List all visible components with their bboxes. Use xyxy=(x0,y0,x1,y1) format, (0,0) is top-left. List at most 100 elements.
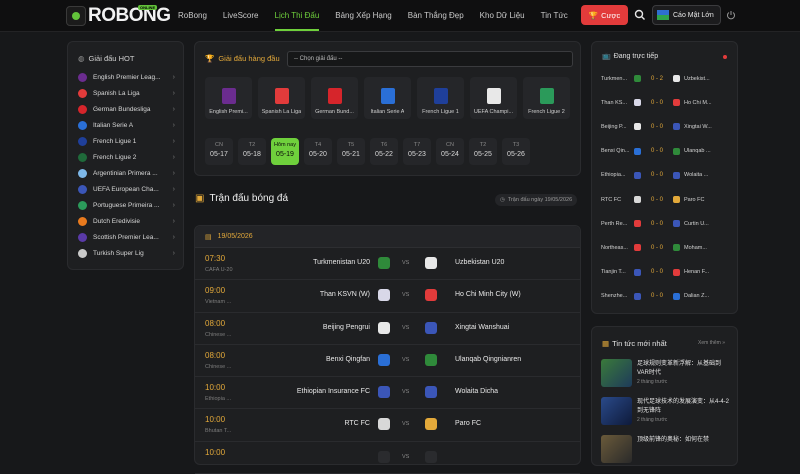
live-match-row[interactable]: Northeas... 0 - 0 Moham... xyxy=(601,238,730,257)
hot-league-item[interactable]: Spanish La Liga › xyxy=(68,85,183,101)
live-score: 0 - 0 xyxy=(650,244,663,251)
match-time: 08:00 xyxy=(205,318,226,328)
live-match-row[interactable]: RTC FC 0 - 0 Paro FC xyxy=(601,190,730,209)
away-team-name: Wolaita Dicha xyxy=(455,388,499,396)
news-item[interactable]: 顶级前锋的奥秘：如何在禁 xyxy=(601,435,733,467)
away-team-logo-icon xyxy=(673,123,680,131)
top-league-card[interactable]: UEFA Champi... xyxy=(470,77,517,119)
date-card[interactable]: T6 05-22 xyxy=(370,138,398,165)
hot-league-item[interactable]: French Ligue 2 › xyxy=(68,149,183,165)
top-league-card[interactable]: Italian Serie A xyxy=(364,77,411,119)
home-team-logo-icon xyxy=(634,292,641,300)
league-logo-icon xyxy=(274,88,289,104)
top-league-card[interactable]: Spanish La Liga xyxy=(258,77,305,119)
news-more-link[interactable]: Xem thêm » xyxy=(698,340,725,346)
hot-leagues-heading: ◍ Giải đấu HOT xyxy=(68,42,183,63)
date-card[interactable]: T7 05-23 xyxy=(403,138,431,165)
live-title: Đang trực tiếp xyxy=(613,52,659,60)
live-match-row[interactable]: Shenzhe... 0 - 0 Dalian Z... xyxy=(601,287,730,306)
hot-league-name: French Ligue 1 xyxy=(93,137,137,145)
live-score: 0 - 0 xyxy=(650,148,663,155)
news-time: 2 tháng trước xyxy=(637,379,668,385)
top-league-card[interactable]: French Ligue 2 xyxy=(523,77,570,119)
nav-link-6[interactable]: Tin Tức xyxy=(533,0,576,32)
live-match-row[interactable]: Perth Re... 0 - 0 Curtin U... xyxy=(601,214,730,233)
nav-link-4[interactable]: Bàn Thắng Đẹp xyxy=(400,0,472,32)
hot-league-item[interactable]: Argentinian Primera ... › xyxy=(68,165,183,181)
date-weekday: T7 xyxy=(413,142,421,148)
hot-league-item[interactable]: Scottish Premier Lea... › xyxy=(68,229,183,245)
date-card[interactable]: CN 05-17 xyxy=(205,138,233,165)
match-row[interactable]: 10:00 Ethiopia ... Ethiopian Insurance FC V… xyxy=(195,377,580,410)
live-away-name: Paro FC xyxy=(684,196,705,203)
league-select[interactable]: -- Chọn giải đấu -- xyxy=(287,51,573,67)
away-team-logo-icon xyxy=(673,147,680,155)
live-match-row[interactable]: Beijing P... 0 - 0 Xingtai W... xyxy=(601,117,730,136)
brand-name: ROBONG xyxy=(88,5,171,26)
nav-link-2[interactable]: Lịch Thi Đấu xyxy=(267,0,328,32)
match-row[interactable]: 10:00 VS xyxy=(195,442,580,474)
away-team-logo-icon xyxy=(673,171,680,179)
hot-league-item[interactable]: English Premier Leag... › xyxy=(68,69,183,85)
top-league-card[interactable]: German Bund... xyxy=(311,77,358,119)
live-home-name: Beijing P... xyxy=(601,123,627,130)
match-row[interactable]: 08:00 Chinese ... Benxi Qingfan VS Ulanqab Q… xyxy=(195,345,580,378)
live-indicator-dot xyxy=(723,55,727,59)
hot-league-item[interactable]: German Bundesliga › xyxy=(68,101,183,117)
hot-league-item[interactable]: Turkish Super Lig › xyxy=(68,245,183,261)
top-league-card[interactable]: English Premi... xyxy=(205,77,252,119)
news-item[interactable]: 足球规则变革新浮解：从基础到VAR时代 2 tháng trước xyxy=(601,359,733,391)
live-match-row[interactable]: Benxi Qin... 0 - 0 Ulanqab ... xyxy=(601,142,730,161)
hot-league-item[interactable]: Portuguese Primeira ... › xyxy=(68,197,183,213)
date-card[interactable]: T2 05-18 xyxy=(238,138,266,165)
match-time: 10:00 xyxy=(205,447,226,457)
away-team-logo-icon xyxy=(425,450,437,463)
hot-league-item[interactable]: Dutch Eredivisie › xyxy=(68,213,183,229)
live-match-row[interactable]: Tianjin T... 0 - 0 Henan F... xyxy=(601,263,730,282)
away-team-logo-icon xyxy=(425,386,437,399)
away-team-logo-icon xyxy=(673,99,680,107)
nav-link-3[interactable]: Bảng Xếp Hạng xyxy=(327,0,400,32)
news-item[interactable]: 现代足球技术的发展演变：从4-4-2到无锋阵 2 tháng trước xyxy=(601,397,733,429)
main-nav: RoBong LiveScore Lịch Thi Đấu Bảng Xếp Hạng… xyxy=(170,0,576,32)
match-row[interactable]: 08:00 Chinese ... Beijing Pengrui VS Xingtai… xyxy=(195,313,580,345)
news-time: 2 tháng trước xyxy=(637,417,668,423)
league-logo-icon xyxy=(78,88,87,98)
match-row[interactable]: 10:00 Bhutan T... RTC FC VS Paro FC xyxy=(195,409,580,442)
hot-league-item[interactable]: UEFA European Cha... › xyxy=(68,181,183,197)
top-league-card[interactable]: French Ligue 1 xyxy=(417,77,464,119)
live-away-name: Ulanqab ... xyxy=(684,148,711,155)
match-row[interactable]: 07:30 CAFA U-20 Turkmenistan U20 VS Uzbekist… xyxy=(195,248,580,281)
date-value: 05-19 xyxy=(276,151,294,158)
match-row[interactable]: 09:00 Vietnam ... Than KSVN (W) VS Ho Chi Mi… xyxy=(195,280,580,313)
date-card[interactable]: T2 05-25 xyxy=(469,138,497,165)
date-weekday: Hôm nay xyxy=(273,142,296,148)
nav-link-0[interactable]: RoBong xyxy=(170,0,215,32)
hot-league-item[interactable]: Italian Serie A › xyxy=(68,117,183,133)
vs-label: VS xyxy=(402,389,410,396)
odds-button[interactable]: Cáo Mật Lớn xyxy=(652,5,721,25)
chevron-right-icon: › xyxy=(172,185,175,193)
power-icon[interactable] xyxy=(726,10,736,20)
search-icon[interactable] xyxy=(634,9,646,21)
hot-league-item[interactable]: French Ligue 1 › xyxy=(68,133,183,149)
nav-link-1[interactable]: LiveScore xyxy=(215,0,267,32)
date-value: 05-23 xyxy=(408,151,426,158)
date-card[interactable]: T5 05-21 xyxy=(337,138,365,165)
live-match-row[interactable]: Ethiopia... 0 - 0 Wolaita ... xyxy=(601,166,730,185)
date-card[interactable]: Hôm nay 05-19 xyxy=(271,138,299,165)
news-panel: ▦ Tin tức mới nhất Xem thêm » 足球规则变革新浮解：从… xyxy=(591,326,738,466)
away-team-name: Uzbekistan U20 xyxy=(455,259,505,266)
date-card[interactable]: T4 05-20 xyxy=(304,138,332,165)
live-score: 0 - 0 xyxy=(650,196,663,203)
news-headline: 足球规则变革新浮解：从基础到VAR时代 xyxy=(637,361,722,376)
live-match-row[interactable]: Turkmen... 0 - 2 Uzbekist... xyxy=(601,69,730,88)
date-card[interactable]: CN 05-24 xyxy=(436,138,464,165)
league-logo-icon xyxy=(486,88,501,104)
live-match-row[interactable]: Than KS... 0 - 0 Ho Chi M... xyxy=(601,93,730,112)
chevron-right-icon: › xyxy=(172,233,175,241)
bet-button[interactable]: 🏆 Cược xyxy=(581,5,628,25)
date-card[interactable]: T3 05-26 xyxy=(502,138,530,165)
vs-label: VS xyxy=(402,324,410,331)
nav-link-5[interactable]: Kho Dữ Liệu xyxy=(472,0,533,32)
